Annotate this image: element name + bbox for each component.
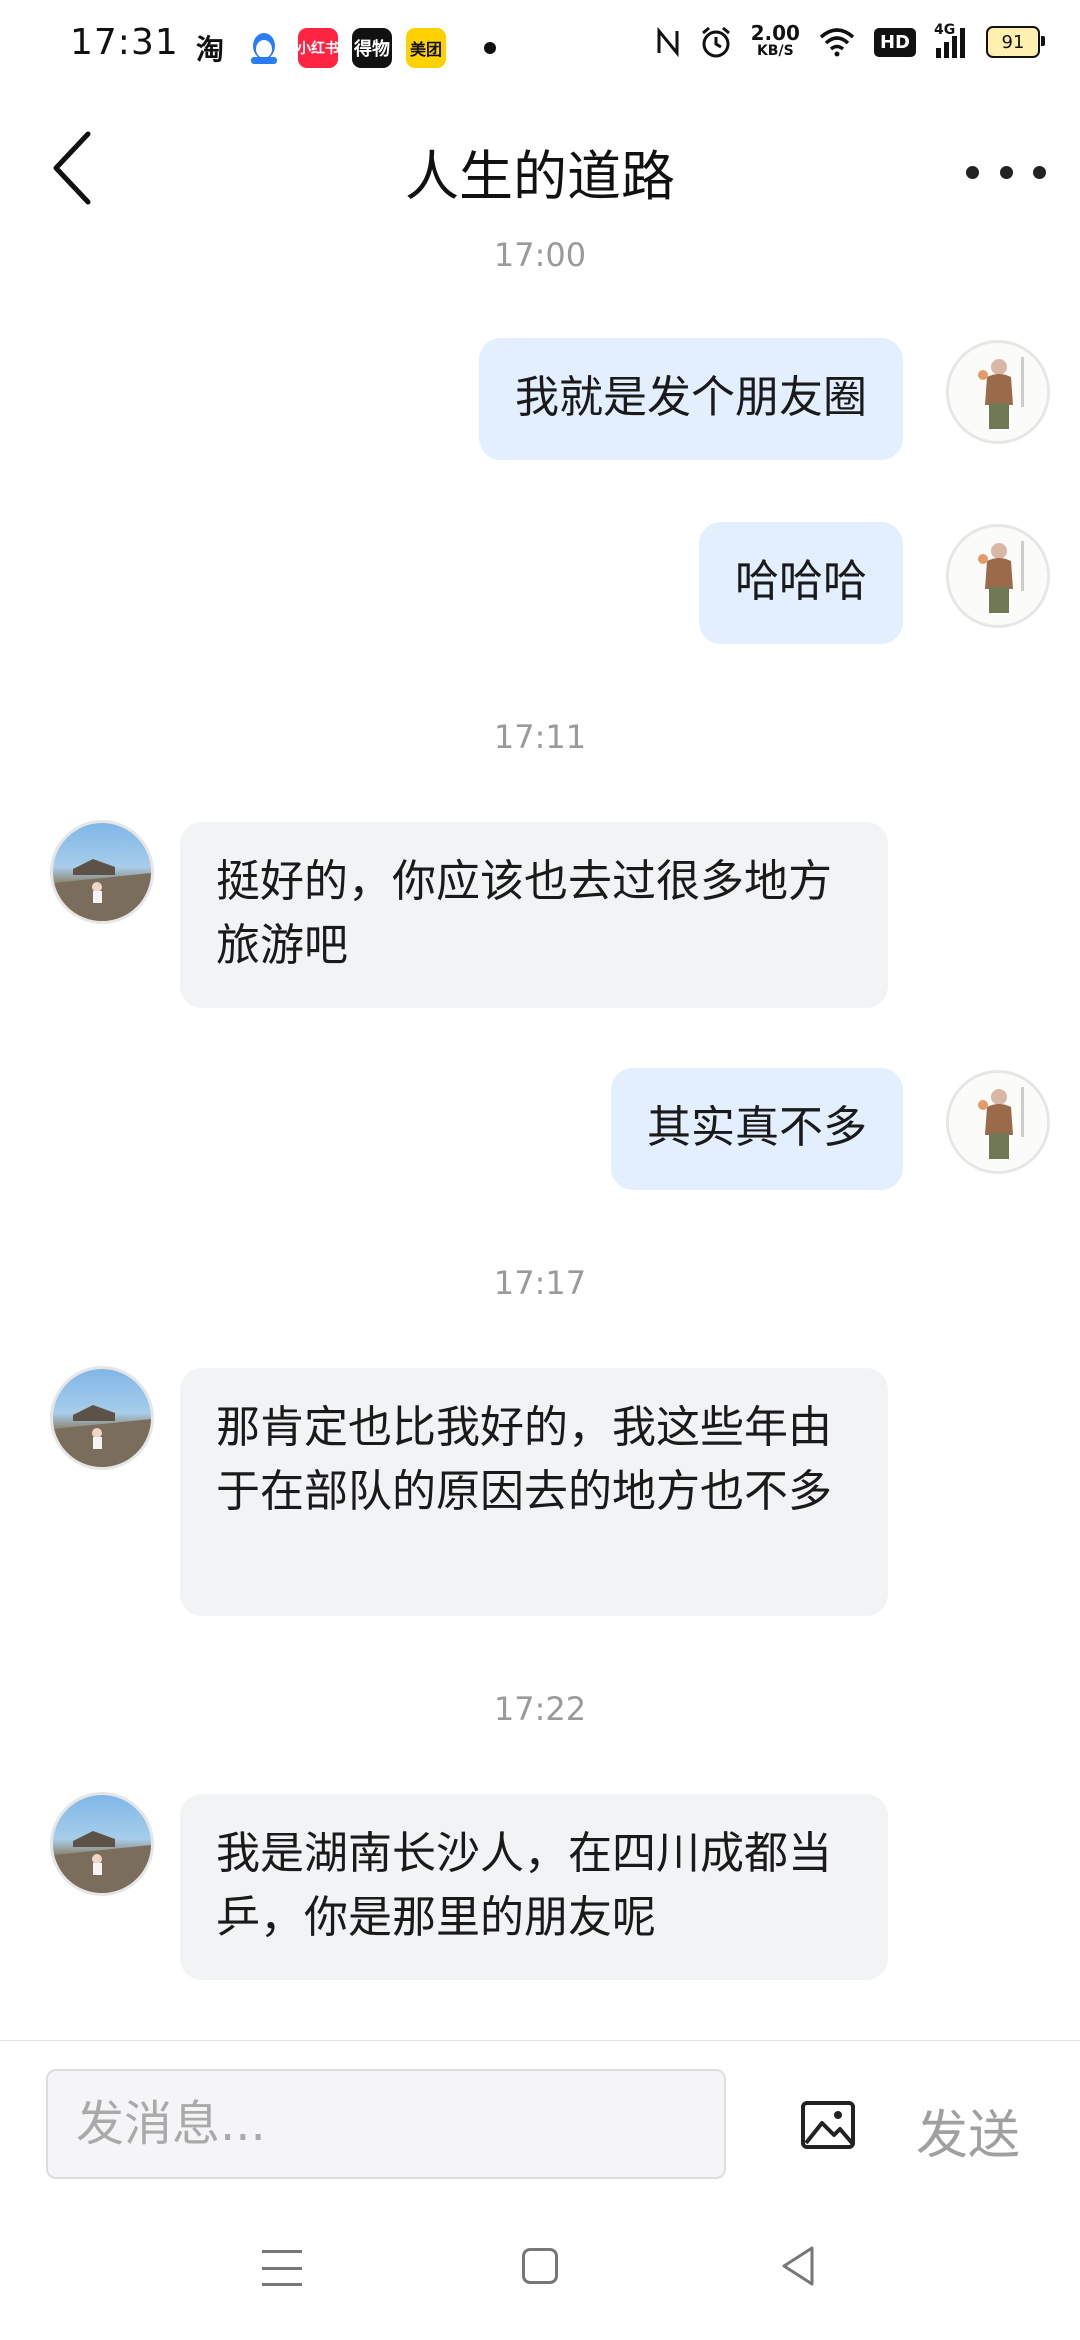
chat-messages[interactable]: 17:00 我就是发个朋友圈 哈哈哈 17:11 挺好的，你应该也去过很多地方旅…	[0, 236, 1080, 2036]
contact-avatar[interactable]	[50, 820, 154, 924]
status-time: 17:31	[70, 22, 179, 63]
outgoing-message-bubble[interactable]: 哈哈哈	[699, 522, 903, 644]
my-avatar[interactable]	[946, 1070, 1050, 1174]
avatar-person-illustration-icon	[949, 1073, 1047, 1171]
alarm-icon	[701, 26, 730, 58]
home-button[interactable]	[522, 2248, 558, 2284]
recent-apps-button[interactable]	[262, 2250, 302, 2286]
status-bar: 17:31 淘 小红书 得物 美团 2.00 KB/S HD 4G 91	[0, 0, 1080, 96]
message-timestamp: 17:17	[493, 1264, 587, 1302]
wifi-icon	[819, 28, 855, 57]
network-speed: 2.00 KB/S	[750, 21, 800, 59]
contact-avatar[interactable]	[50, 1792, 154, 1896]
menu-lines-icon	[262, 2250, 302, 2253]
more-options-button[interactable]	[966, 152, 1046, 192]
status-app-icons: 淘 小红书 得物 美团	[190, 28, 496, 68]
avatar-photo-icon	[53, 1831, 151, 1893]
my-avatar[interactable]	[946, 340, 1050, 444]
system-back-button[interactable]	[778, 2244, 818, 2288]
my-avatar[interactable]	[946, 524, 1050, 628]
notification-dot-icon	[484, 42, 496, 54]
qq-app-icon	[244, 28, 284, 68]
incoming-message-bubble[interactable]: 那肯定也比我好的，我这些年由于在部队的原因去的地方也不多	[180, 1368, 888, 1616]
taobao-app-icon: 淘	[190, 28, 230, 68]
triangle-back-icon	[782, 2246, 814, 2286]
message-timestamp: 17:11	[493, 718, 587, 756]
avatar-person-illustration-icon	[949, 343, 1047, 441]
hd-badge: HD	[873, 27, 916, 57]
system-navigation-bar	[0, 2200, 1080, 2340]
image-picker-button[interactable]	[800, 2097, 856, 2153]
cellular-signal-icon: 4G	[934, 22, 968, 58]
page-title: 人生的道路	[405, 145, 675, 208]
avatar-photo-icon	[53, 1405, 151, 1467]
outgoing-message-bubble[interactable]: 我就是发个朋友圈	[479, 338, 903, 460]
avatar-person-illustration-icon	[949, 527, 1047, 625]
incoming-message-bubble[interactable]: 挺好的，你应该也去过很多地方旅游吧	[180, 822, 888, 1008]
contact-avatar[interactable]	[50, 1366, 154, 1470]
xiaohongshu-app-icon: 小红书	[298, 28, 338, 68]
message-composer: 发送	[0, 2040, 1080, 2201]
nfc-icon	[657, 27, 679, 57]
send-button[interactable]: 发送	[916, 2093, 1020, 2168]
incoming-message-bubble[interactable]: 我是湖南长沙人，在四川成都当乒，你是那里的朋友呢	[180, 1794, 888, 1980]
image-icon	[801, 2101, 855, 2149]
outgoing-message-bubble[interactable]: 其实真不多	[611, 1068, 903, 1190]
more-dots-icon	[966, 165, 979, 179]
message-timestamp: 17:00	[493, 236, 587, 274]
chat-header: 人生的道路	[0, 96, 1080, 236]
status-indicators: 2.00 KB/S HD 4G 91	[655, 21, 1045, 60]
meituan-app-icon: 美团	[406, 28, 446, 68]
avatar-photo-icon	[53, 859, 151, 921]
dewu-app-icon: 得物	[352, 28, 392, 68]
message-timestamp: 17:22	[493, 1690, 587, 1728]
message-input[interactable]	[46, 2069, 726, 2179]
battery-icon: 91	[986, 26, 1045, 58]
